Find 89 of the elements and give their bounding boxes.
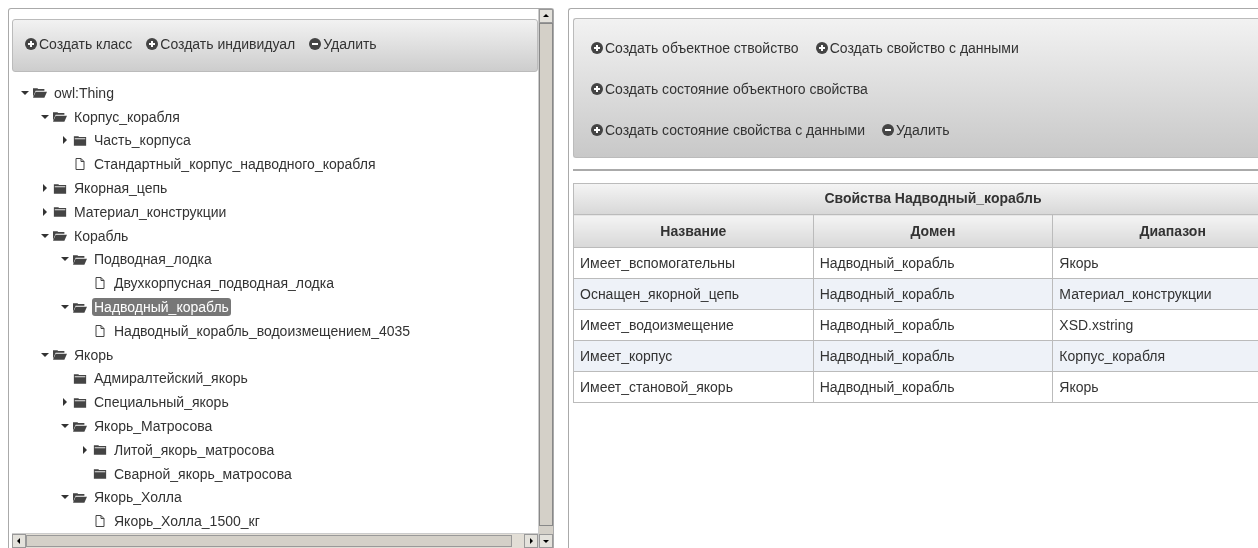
tree-item[interactable]: owl:Thing (52, 83, 116, 102)
tree-item[interactable]: Двухкорпусная_подводная_лодка (112, 274, 336, 293)
folder-icon (73, 135, 87, 146)
open-folder-icon (33, 87, 47, 99)
open-folder-icon (73, 491, 87, 503)
plus-icon (815, 41, 828, 54)
table-cell: Имеет_вспомогательны (573, 247, 814, 279)
column-header: Название (573, 214, 814, 248)
open-folder-icon (73, 253, 87, 265)
table-cell: Надводный_корабль (813, 340, 1053, 372)
folder-icon (73, 372, 87, 384)
expand-arrow-icon[interactable] (41, 207, 49, 216)
open-folder-icon (73, 420, 87, 432)
tree-item[interactable]: Специальный_якорь (92, 393, 231, 412)
expand-arrow-icon[interactable] (41, 184, 49, 193)
document-icon (95, 515, 105, 528)
folder-icon (53, 206, 67, 218)
horizontal-scrollbar[interactable] (12, 533, 538, 548)
table-cell: Материал_конструкции (1052, 278, 1258, 310)
table-cell: Надводный_корабль (813, 309, 1053, 341)
tree-item[interactable]: Сварной_якорь_матросова (112, 464, 294, 483)
open-folder-icon (53, 349, 67, 361)
table-title: Свойства Надводный_корабль (573, 183, 1258, 214)
tree-item[interactable]: Якорь_Холла_1500_кг (112, 512, 262, 531)
toolbar-button[interactable]: Создать состояние объектного свойства (591, 81, 868, 97)
minus-icon (881, 124, 894, 137)
column-header: Диапазон (1052, 214, 1258, 248)
toolbar-button[interactable]: Создать индивидуал (146, 35, 296, 52)
collapse-arrow-icon[interactable] (61, 255, 69, 264)
minus-icon (309, 37, 322, 50)
expand-arrow-icon[interactable] (61, 136, 69, 145)
tree-item[interactable]: Адмиралтейский_якорь (92, 369, 250, 388)
scroll-right-icon[interactable] (527, 537, 535, 545)
document-icon (95, 324, 105, 337)
tree-item[interactable]: Подводная_лодка (92, 250, 214, 269)
tree-item[interactable]: Часть_корпуса (92, 131, 193, 150)
open-folder-icon (73, 301, 87, 313)
tree-item[interactable]: Надводный_корабль_водоизмещением_4035 (112, 321, 413, 340)
table-cell: Оснащен_якорной_цепь (573, 278, 814, 310)
document-icon (75, 158, 85, 171)
plus-icon (591, 41, 603, 54)
tree-item[interactable]: Материал_конструкции (72, 202, 229, 221)
table-cell: Корпус_корабля (1052, 340, 1258, 372)
tree-item[interactable]: Надводный_корабль (92, 298, 231, 317)
plus-icon (591, 83, 603, 95)
scroll-down-icon[interactable] (542, 537, 550, 545)
plus-icon (591, 124, 603, 137)
collapse-arrow-icon[interactable] (41, 231, 49, 240)
expand-arrow-icon[interactable] (61, 398, 69, 407)
tree-item[interactable]: Корабль (72, 226, 131, 245)
tree-item[interactable]: Якорь (72, 345, 116, 364)
collapse-arrow-icon[interactable] (21, 88, 29, 97)
tree-item[interactable]: Якорь_Холла (92, 488, 184, 507)
tree-item[interactable]: Литой_якорь_матросова (112, 440, 277, 459)
folder-icon (93, 444, 107, 456)
vertical-scrollbar[interactable] (538, 9, 553, 548)
tree-item[interactable]: Якорь_Матросова (92, 417, 215, 436)
plus-icon (25, 37, 37, 50)
collapse-arrow-icon[interactable] (41, 350, 49, 359)
open-folder-icon (53, 230, 67, 242)
table-cell: Надводный_корабль (813, 247, 1053, 279)
table-cell: Имеет_становой_якорь (573, 371, 814, 403)
expand-arrow-icon[interactable] (81, 445, 89, 454)
folder-icon (73, 396, 87, 408)
tree-item[interactable]: Стандартный_корпус_надводного_корабля (92, 155, 378, 174)
table-cell: Имеет_корпус (573, 340, 814, 372)
collapse-arrow-icon[interactable] (41, 112, 49, 121)
toolbar-button[interactable]: Удалить (309, 35, 377, 52)
toolbar-button[interactable]: Создать свойство с данными (815, 39, 1019, 56)
table-cell: Надводный_корабль (813, 371, 1053, 403)
table-cell: Имеет_водоизмещение (573, 309, 814, 341)
toolbar-button[interactable]: Создать класс (25, 35, 133, 52)
tree-item[interactable]: Корпус_корабля (72, 107, 182, 126)
plus-icon (146, 37, 159, 50)
collapse-arrow-icon[interactable] (61, 303, 69, 312)
toolbar-button[interactable]: Создать объектное ствойство (591, 39, 799, 56)
toolbar-button[interactable]: Создать состояние свойства с данными (591, 122, 865, 139)
folder-icon (53, 182, 67, 194)
collapse-arrow-icon[interactable] (61, 422, 69, 431)
scroll-left-icon[interactable] (15, 537, 23, 545)
document-icon (95, 277, 105, 290)
toolbar-button[interactable]: Удалить (881, 122, 950, 139)
column-header: Домен (813, 214, 1053, 248)
open-folder-icon (53, 111, 67, 123)
collapse-arrow-icon[interactable] (61, 493, 69, 502)
tree-item[interactable]: Якорная_цепь (72, 179, 170, 198)
table-cell: Надводный_корабль (813, 278, 1053, 310)
folder-icon (93, 468, 107, 480)
scroll-up-icon[interactable] (542, 12, 550, 20)
